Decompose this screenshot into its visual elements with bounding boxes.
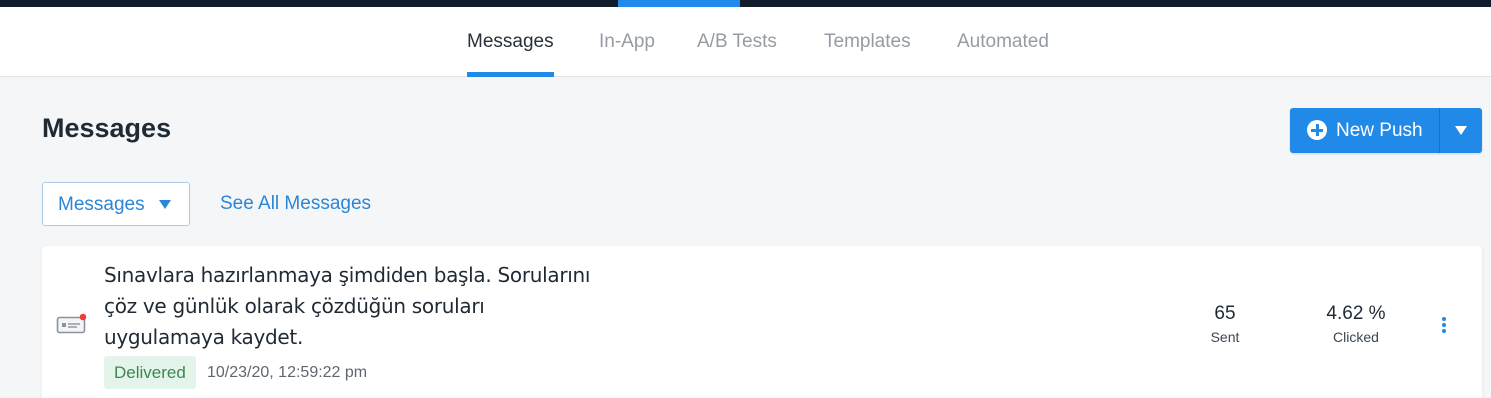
kebab-dot — [1442, 323, 1446, 327]
caret-down-icon — [1455, 126, 1467, 135]
new-push-label: New Push — [1336, 120, 1423, 141]
tab-label: Messages — [467, 31, 554, 52]
tab-templates[interactable]: Templates — [824, 7, 911, 77]
message-card[interactable]: Sınavlara hazırlanmaya şimdiden başla. S… — [42, 246, 1482, 398]
clicked-rate: 4.62 % — [1326, 303, 1386, 324]
tab-label: Automated — [957, 31, 1049, 52]
tab-ab-tests[interactable]: A/B Tests — [697, 7, 777, 77]
status-badge: Delivered — [104, 356, 196, 389]
message-type-select[interactable]: Messages — [42, 182, 190, 226]
see-all-messages-link[interactable]: See All Messages — [220, 182, 371, 226]
top-bar-accent — [618, 0, 740, 7]
tab-label: A/B Tests — [697, 31, 777, 52]
tab-bar: Messages In-App A/B Tests Templates Auto… — [0, 7, 1491, 77]
select-value: Messages — [58, 194, 145, 215]
kebab-dot — [1442, 329, 1446, 333]
clicked-stat: 4.62 % Clicked — [1306, 302, 1406, 347]
tab-messages[interactable]: Messages — [467, 7, 554, 77]
sent-stat: 65 Sent — [1175, 302, 1275, 347]
caret-down-icon — [159, 200, 171, 209]
sent-count: 65 — [1214, 303, 1236, 324]
new-push-button[interactable]: New Push — [1290, 108, 1439, 153]
kebab-dot — [1442, 317, 1446, 321]
sent-label: Sent — [1210, 329, 1240, 345]
message-text: Sınavlara hazırlanmaya şimdiden başla. S… — [104, 263, 591, 349]
message-timestamp: 10/23/20, 12:59:22 pm — [207, 364, 368, 381]
tab-automated[interactable]: Automated — [957, 7, 1049, 77]
new-push-dropdown-button[interactable] — [1440, 108, 1482, 153]
new-push-split-button: New Push — [1290, 108, 1482, 153]
plus-circle-icon — [1307, 120, 1327, 140]
kebab-menu-icon[interactable] — [1434, 314, 1454, 336]
push-notification-icon — [56, 313, 87, 334]
tab-in-app[interactable]: In-App — [599, 7, 655, 77]
active-tab-indicator — [467, 72, 554, 77]
tab-label: Templates — [824, 31, 911, 52]
tab-label: In-App — [599, 31, 655, 52]
clicked-label: Clicked — [1333, 329, 1379, 345]
page-title: Messages — [42, 113, 172, 143]
top-bar — [0, 0, 1491, 7]
